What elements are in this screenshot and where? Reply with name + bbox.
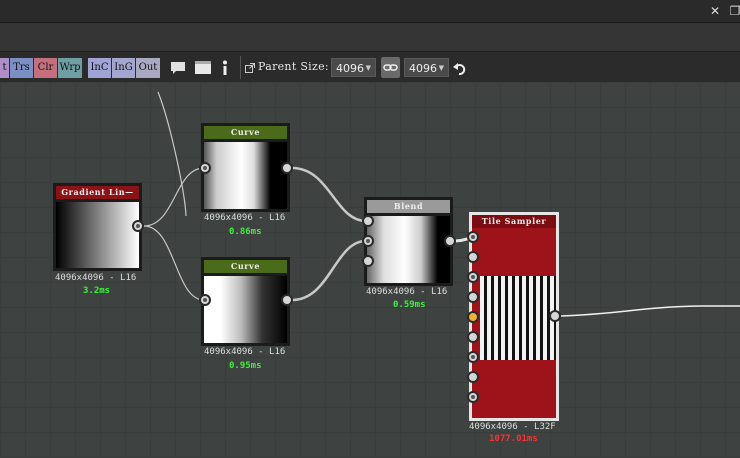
tag-label: Clr — [37, 62, 54, 73]
tag-label: Trs — [13, 62, 30, 73]
tag-label: Out — [138, 62, 158, 73]
node-title: Tile Sampler — [472, 215, 556, 228]
tag-label: InC — [90, 62, 109, 73]
curve-bottom-output-port[interactable] — [281, 294, 293, 306]
tile-pattern-thumbnail — [480, 276, 556, 360]
parent-size-dropdown[interactable]: 4096 ▼ — [331, 58, 376, 77]
node-title: Gradient Lin— — [56, 186, 139, 199]
tag-label: t — [2, 62, 7, 73]
node-resolution: 4096x4096 - L16 — [55, 273, 137, 283]
tag-trs-button[interactable]: Trs — [10, 58, 33, 78]
output-size-value: 4096 — [409, 62, 437, 75]
tag-wrp-button[interactable]: Wrp — [58, 58, 82, 78]
node-thumbnail — [204, 142, 287, 209]
external-link-icon — [244, 58, 256, 78]
blend-foreground-port[interactable] — [362, 215, 374, 227]
tile-sampler-node[interactable]: Tile Sampler — [469, 212, 559, 421]
node-time: 0.59ms — [393, 300, 426, 310]
tile-input-port-1[interactable] — [467, 231, 479, 243]
tag-ing-button[interactable]: InG — [112, 58, 135, 78]
node-thumbnail — [204, 276, 287, 343]
tag-inc-button[interactable]: InC — [88, 58, 111, 78]
tag-out-button[interactable]: Out — [136, 58, 160, 78]
wire-tile-output — [559, 305, 740, 317]
node-time: 1077.01ms — [489, 434, 538, 444]
frame-icon[interactable] — [193, 58, 213, 78]
tile-input-port-4[interactable] — [467, 291, 479, 303]
gradient-linear-node[interactable]: Gradient Lin— — [53, 183, 142, 271]
curve-top-node[interactable]: Curve — [201, 123, 290, 212]
blend-output-port[interactable] — [444, 235, 456, 247]
info-icon[interactable] — [219, 58, 231, 78]
tile-output-port[interactable] — [549, 310, 561, 322]
tag-label: Wrp — [59, 62, 81, 73]
link-size-button[interactable] — [381, 57, 400, 78]
blend-background-port[interactable] — [362, 235, 374, 247]
curve-bottom-input-port[interactable] — [199, 294, 211, 306]
restore-window-icon[interactable]: ❐ — [726, 2, 740, 20]
node-resolution: 4096x4096 - L16 — [204, 347, 286, 357]
curve-top-output-port[interactable] — [281, 162, 293, 174]
node-time: 0.95ms — [229, 361, 262, 371]
window-title-bar: ✕ ❐ — [0, 0, 740, 23]
graph-toolbar: t Trs Clr Wrp InC InG Out Parent Size: 4… — [0, 51, 740, 84]
curve-bottom-node[interactable]: Curve — [201, 257, 290, 346]
chevron-down-icon: ▼ — [438, 64, 444, 72]
toolbar-divider — [240, 56, 241, 79]
gradient-output-port[interactable] — [132, 220, 144, 232]
node-time: 0.86ms — [229, 227, 262, 237]
parent-size-value: 4096 — [336, 62, 364, 75]
node-title: Curve — [204, 260, 287, 273]
wire-gradient-to-curve-top — [143, 167, 205, 227]
node-thumbnail-bottom — [472, 360, 556, 418]
wire-gradient-to-curve-bottom — [143, 225, 205, 301]
undo-icon[interactable] — [452, 58, 468, 78]
tile-input-port-2[interactable] — [467, 251, 479, 263]
node-thumbnail-top — [472, 231, 556, 276]
chain-link-icon — [383, 64, 398, 71]
curve-top-input-port[interactable] — [199, 162, 211, 174]
tile-input-port-8[interactable] — [467, 371, 479, 383]
tile-input-port-3[interactable] — [467, 271, 479, 283]
tile-input-port-5[interactable] — [467, 311, 479, 323]
node-resolution: 4096x4096 - L16 — [366, 287, 448, 297]
comment-icon[interactable] — [169, 58, 187, 78]
pin-icon[interactable]: ✕ — [706, 2, 724, 20]
wire-offscreen-input — [157, 91, 187, 217]
node-resolution: 4096x4096 - L16 — [204, 213, 286, 223]
parent-size-label: Parent Size: — [258, 60, 329, 73]
tile-input-port-7[interactable] — [467, 351, 479, 363]
tile-input-port-9[interactable] — [467, 391, 479, 403]
blend-opacity-port[interactable] — [362, 255, 374, 267]
wire-curve-bottom-to-blend — [291, 239, 367, 302]
panel-spacer — [0, 23, 740, 51]
node-thumbnail — [367, 216, 450, 283]
graph-canvas[interactable]: Gradient Lin— 4096x4096 - L16 3.2ms Curv… — [0, 82, 740, 458]
chevron-down-icon: ▼ — [365, 64, 371, 72]
tag-label: InG — [114, 62, 133, 73]
node-resolution: 4096x4096 - L32F — [469, 422, 556, 432]
node-time: 3.2ms — [83, 286, 111, 296]
node-title: Blend — [367, 200, 450, 213]
tag-t-button[interactable]: t — [0, 58, 9, 78]
node-title: Curve — [204, 126, 287, 139]
blend-node[interactable]: Blend — [364, 197, 453, 286]
tile-input-port-6[interactable] — [467, 331, 479, 343]
wire-curve-top-to-blend — [291, 166, 367, 223]
tag-clr-button[interactable]: Clr — [34, 58, 57, 78]
node-thumbnail — [56, 202, 139, 268]
output-size-dropdown[interactable]: 4096 ▼ — [404, 58, 449, 77]
